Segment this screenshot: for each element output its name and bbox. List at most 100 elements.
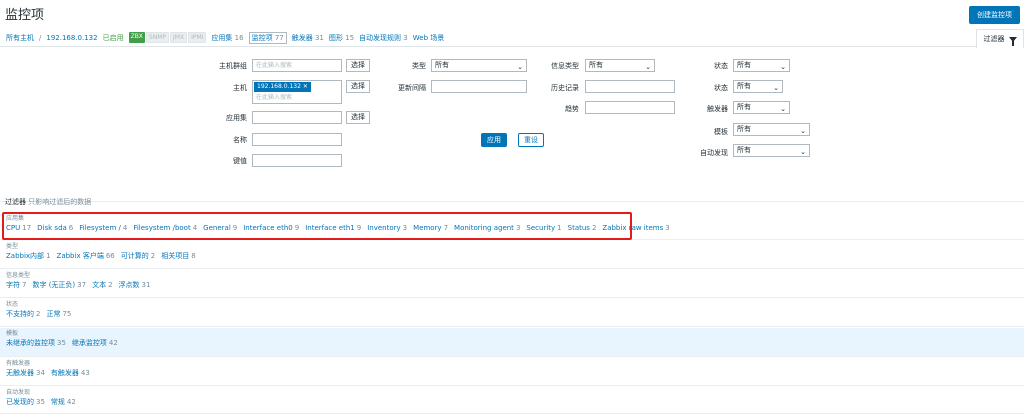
subfilter-option-count: 3 xyxy=(665,224,670,232)
host-multiselect[interactable]: 192.168.0.132 ✕ 在此输入搜索 xyxy=(252,80,342,104)
info-type-select[interactable]: 所有 ⌄ xyxy=(585,59,655,72)
subfilter-option-count: 42 xyxy=(66,398,76,406)
subfilter-option[interactable]: 可计算的 2 xyxy=(121,251,155,261)
subfilter-option-count: 34 xyxy=(36,369,45,377)
host-chip[interactable]: 192.168.0.132 ✕ xyxy=(254,82,311,92)
key-input[interactable] xyxy=(252,154,342,167)
subfilter-option-count: 37 xyxy=(77,281,87,289)
subfilter-option-label[interactable]: 数字 (无正负) xyxy=(32,281,75,289)
all-hosts-link[interactable]: 所有主机 xyxy=(6,33,34,43)
type-select[interactable]: 所有 ⌄ xyxy=(431,59,527,72)
jmx-badge: JMX xyxy=(170,32,188,43)
subfilter-option-count: 75 xyxy=(62,310,72,318)
subfilter-option[interactable]: 已发现的 35 xyxy=(6,397,45,407)
apply-button[interactable]: 应用 xyxy=(481,133,507,147)
subfilter-option[interactable]: 有触发器 43 xyxy=(51,368,90,378)
subfilter-option[interactable]: Zabbix 客户端 66 xyxy=(57,251,115,261)
subfilter-group: 模板 未继承的监控项 35 继承监控项 42 xyxy=(0,328,1024,357)
subfilter-option-label[interactable]: 可计算的 xyxy=(121,252,149,260)
subfilter-option-label[interactable]: 未继承的监控项 xyxy=(6,339,55,347)
subfilter-option-label[interactable]: Zabbix内部 xyxy=(6,252,44,260)
subfilter-option[interactable]: 不支持的 2 xyxy=(6,309,40,319)
subfilter-option-label[interactable]: 有触发器 xyxy=(51,369,79,377)
remove-chip-icon: ✕ xyxy=(302,83,308,90)
update-interval-label: 更新间隔 xyxy=(398,84,426,92)
snmp-badge: SNMP xyxy=(145,32,170,43)
subfilter-option-label[interactable]: 无触发器 xyxy=(6,369,34,377)
subfilter-group-title: 类型 xyxy=(6,243,19,250)
filter-tab[interactable]: 过滤器 xyxy=(976,29,1024,48)
trends-label: 趋势 xyxy=(565,105,579,113)
subfilter-option-count: 2 xyxy=(108,281,113,289)
history-input[interactable] xyxy=(585,80,675,93)
subfilter-option-label[interactable]: 字符 xyxy=(6,281,20,289)
nav-triggers[interactable]: 触发器 31 xyxy=(292,33,324,43)
state-select[interactable]: 所有 ⌄ xyxy=(733,59,790,72)
subfilter-option-label[interactable]: 已发现的 xyxy=(6,398,34,406)
subfilter-option-label[interactable]: Zabbix 客户端 xyxy=(57,252,104,260)
triggers-select[interactable]: 所有 ⌄ xyxy=(733,101,790,114)
template-select[interactable]: 所有 ⌄ xyxy=(733,123,810,136)
name-input[interactable] xyxy=(252,133,342,146)
funnel-icon xyxy=(1008,36,1017,46)
create-item-button[interactable]: 创建监控项 xyxy=(969,6,1020,24)
chevron-down-icon: ⌄ xyxy=(800,148,806,156)
subfilter-option[interactable]: 数字 (无正负) 37 xyxy=(32,280,86,290)
application-label: 应用集 xyxy=(226,114,247,122)
subfilter-option[interactable]: 字符 7 xyxy=(6,280,26,290)
host-status-enabled[interactable]: 已启用 xyxy=(103,33,124,43)
subfilter-option[interactable]: 常规 42 xyxy=(51,397,76,407)
subfilter-option-count: 2 xyxy=(36,310,41,318)
subfilter-option-count: 42 xyxy=(108,339,118,347)
subfilter-option[interactable]: 相关项目 8 xyxy=(161,251,195,261)
subfilter-group-title: 有触发器 xyxy=(6,360,31,367)
subfilter-option-label[interactable]: 继承监控项 xyxy=(72,339,107,347)
subfilter-option[interactable]: 浮点数 31 xyxy=(119,280,151,290)
host-link[interactable]: 192.168.0.132 xyxy=(46,34,97,42)
subfilter-option-label[interactable]: 常规 xyxy=(51,398,65,406)
subfilter-option[interactable]: 无触发器 34 xyxy=(6,368,45,378)
subfilter-group-title: 信息类型 xyxy=(6,272,31,279)
subfilter-option[interactable]: 继承监控项 42 xyxy=(72,338,118,348)
name-label: 名称 xyxy=(233,136,247,144)
application-select-button[interactable]: 选择 xyxy=(346,111,370,124)
highlight-box xyxy=(2,212,632,240)
subfilter-option-count: 1 xyxy=(46,252,51,260)
subfilter-note: 过滤器 只影响过滤后的数据 xyxy=(5,198,92,206)
host-label: 主机 xyxy=(233,84,247,92)
subfilter-option-label[interactable]: 文本 xyxy=(92,281,106,289)
nav-web-scenarios[interactable]: Web 场景 xyxy=(413,33,445,43)
discovery-select[interactable]: 所有 ⌄ xyxy=(733,144,810,157)
host-group-label: 主机群组 xyxy=(219,62,247,70)
ipmi-badge: IPMI xyxy=(188,32,207,43)
triggers-label: 触发器 xyxy=(707,105,728,113)
subfilter-option[interactable]: 正常 75 xyxy=(46,309,71,319)
chevron-down-icon: ⌄ xyxy=(780,63,786,71)
availability-badges: ZBX SNMP JMX IPMI xyxy=(128,32,207,43)
subfilter-option-label[interactable]: 相关项目 xyxy=(161,252,189,260)
subfilter-group-title: 自动发现 xyxy=(6,389,31,396)
nav-applications[interactable]: 应用集 16 xyxy=(211,33,243,43)
application-input[interactable] xyxy=(252,111,342,124)
status-label: 状态 xyxy=(714,84,728,92)
host-group-input[interactable]: 在此输入搜索 xyxy=(252,59,342,72)
subfilter-option-label[interactable]: 正常 xyxy=(46,310,60,318)
subfilter-option[interactable]: 未继承的监控项 35 xyxy=(6,338,66,348)
chevron-down-icon: ⌄ xyxy=(800,127,806,135)
discovery-label: 自动发现 xyxy=(700,149,728,157)
subfilter-option-label[interactable]: 不支持的 xyxy=(6,310,34,318)
nav-discovery-rules[interactable]: 自动发现规则 3 xyxy=(359,33,408,43)
subfilter-option[interactable]: 文本 2 xyxy=(92,280,112,290)
nav-graphs[interactable]: 图形 15 xyxy=(329,33,354,43)
trends-input[interactable] xyxy=(585,101,675,114)
update-interval-input[interactable] xyxy=(431,80,527,93)
nav-items[interactable]: 监控项 77 xyxy=(248,31,287,44)
subfilter-group: 自动发现 已发现的 35 常规 42 xyxy=(0,387,1024,414)
reset-button[interactable]: 重设 xyxy=(518,133,544,147)
subfilter-group: 状态 不支持的 2 正常 75 xyxy=(0,299,1024,327)
filter-form: 主机群组 在此输入搜索 选择 主机 192.168.0.132 ✕ 在此输入搜索… xyxy=(0,47,1024,202)
subfilter-option-label[interactable]: 浮点数 xyxy=(119,281,140,289)
subfilter-option[interactable]: Zabbix内部 1 xyxy=(6,251,51,261)
status-select[interactable]: 所有 ⌄ xyxy=(733,80,783,93)
info-type-label: 信息类型 xyxy=(551,62,579,70)
